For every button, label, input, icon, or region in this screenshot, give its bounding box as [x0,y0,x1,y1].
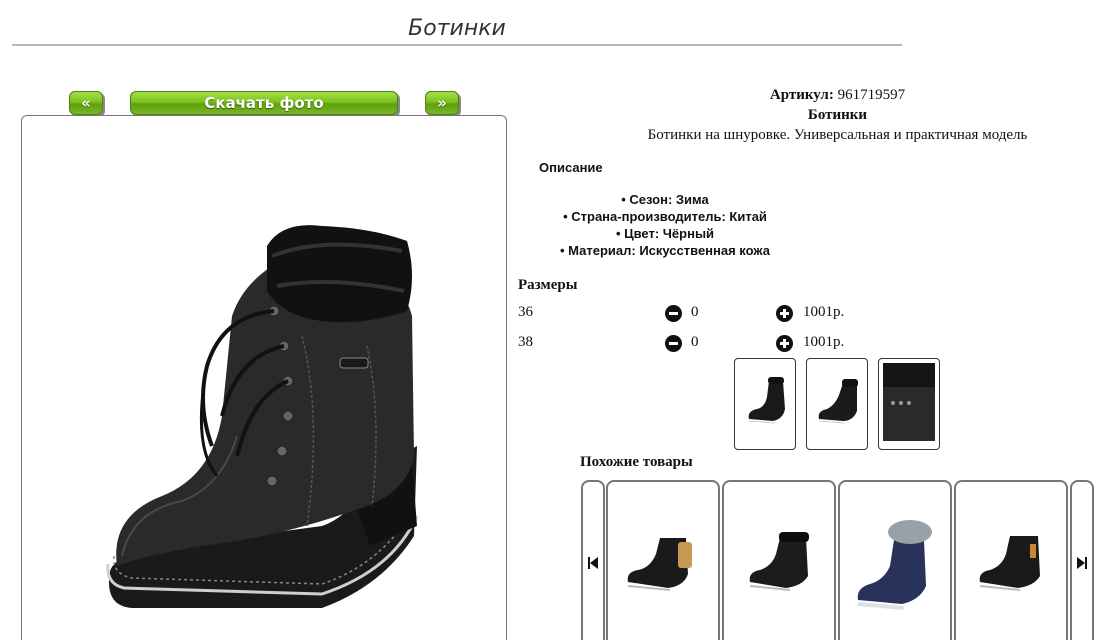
page-title: Ботинки [12,14,902,46]
boot-product-icon [857,520,932,610]
similar-item-3[interactable] [838,480,952,640]
carousel-next-button[interactable] [1070,480,1094,640]
similar-item-2[interactable] [722,480,836,640]
price-value: 1001р. [803,334,845,350]
skip-back-icon [588,557,598,569]
article-line: Артикул: 961719597 [620,87,1055,104]
prev-photo-button[interactable]: « [69,91,103,115]
boot-thumbnail-icon [818,379,858,424]
size-value: 36 [518,304,533,320]
plus-icon[interactable] [776,335,793,352]
size-value: 38 [518,334,533,350]
plus-icon[interactable] [776,305,793,322]
thumbnail-1[interactable] [734,358,796,450]
property-color: Цвет: Чёрный [520,225,810,242]
thumbnail-3[interactable] [878,358,940,450]
boot-product-icon [979,536,1040,591]
product-name: Ботинки [807,107,868,123]
quantity-value: 0 [691,304,699,320]
skip-forward-icon [1077,557,1087,569]
size-row: 38 0 1001р. [518,334,918,354]
similar-item-1[interactable] [606,480,720,640]
similar-item-4[interactable] [954,480,1068,640]
property-season: Сезон: Зима [520,191,810,208]
boot-image [106,225,419,608]
price-value: 1001р. [803,304,845,320]
article-value: 961719597 [837,87,906,103]
similar-heading: Похожие товары [580,454,693,470]
minus-icon[interactable] [665,305,682,322]
thumbnail-2[interactable] [806,358,868,450]
short-description: Ботинки на шнуровке. Универсальная и пра… [647,127,1028,143]
boot-detail-thumbnail-icon [883,363,935,441]
quantity-value: 0 [691,334,699,350]
next-photo-button[interactable]: » [425,91,459,115]
property-country: Страна-производитель: Китай [520,208,810,225]
carousel-prev-button[interactable] [581,480,605,640]
boot-product-icon [627,538,692,591]
article-label: Артикул: [769,87,834,103]
property-material: Материал: Искусственная кожа [520,242,810,259]
description-heading: Описание [539,160,603,175]
main-photo [21,115,507,640]
boot-product-icon [749,532,809,591]
size-row: 36 0 1001р. [518,304,918,324]
boot-thumbnail-icon [748,377,785,424]
minus-icon[interactable] [665,335,682,352]
sizes-heading: Размеры [518,277,578,293]
property-list: Сезон: Зима Страна-производитель: Китай … [520,191,810,259]
download-photo-button[interactable]: Скачать фото [130,91,398,115]
